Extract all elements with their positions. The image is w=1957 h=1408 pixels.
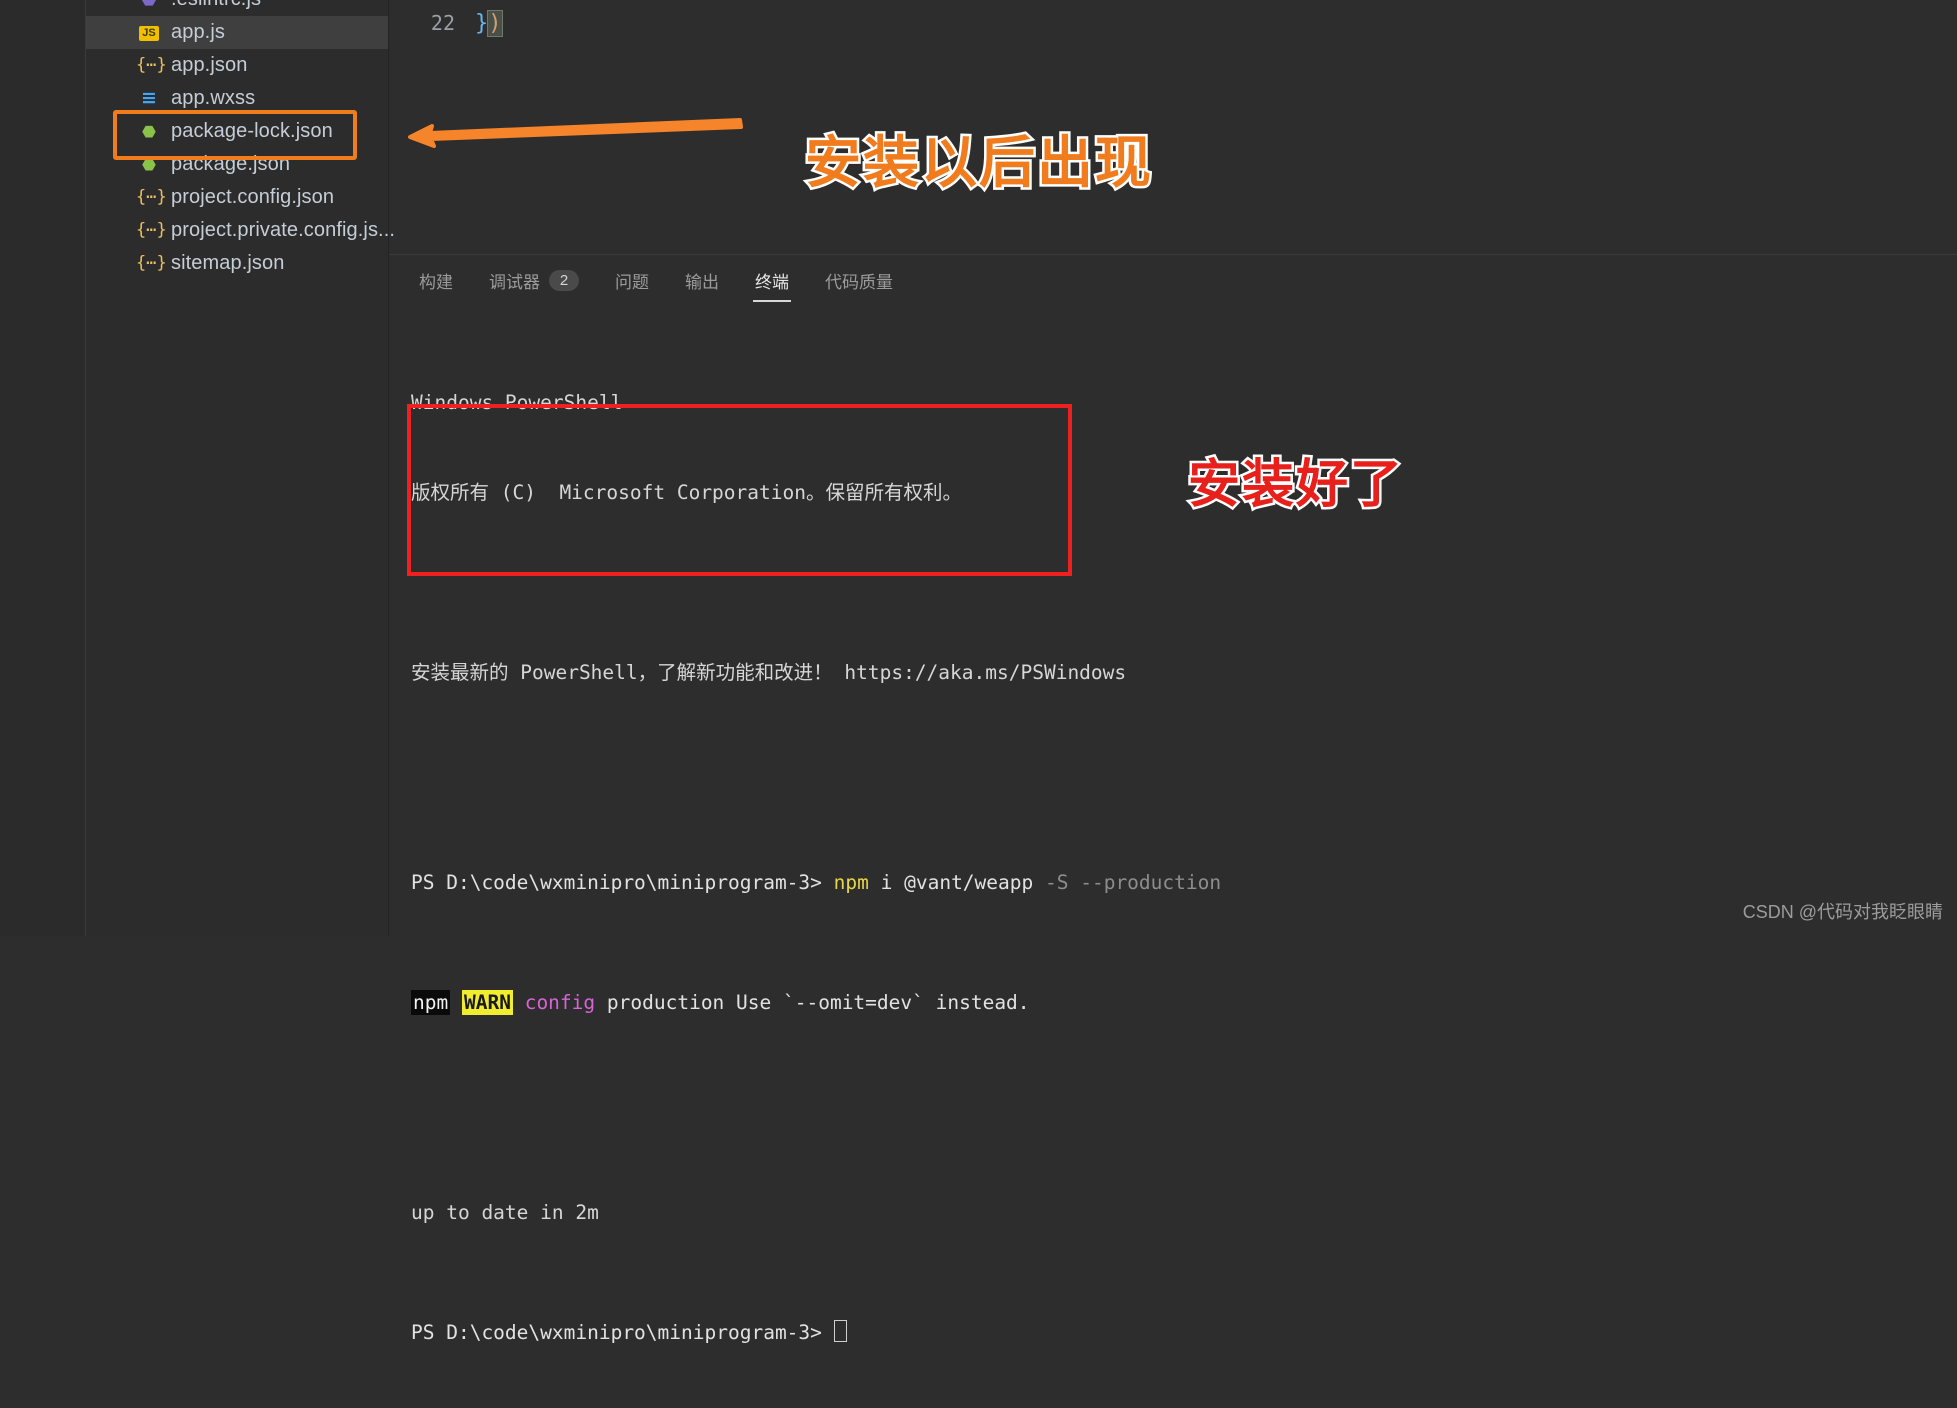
file-row-package-lock-json[interactable]: ⬣ package-lock.json bbox=[86, 115, 388, 148]
file-row-app-wxss[interactable]: ≡ app.wxss bbox=[86, 82, 388, 115]
tab-badge-count: 2 bbox=[549, 270, 579, 291]
code-token-paren: ) bbox=[487, 9, 503, 37]
tab-label: 问题 bbox=[615, 273, 649, 292]
nodejs-file-icon: ⬣ bbox=[142, 154, 156, 174]
terminal-warn-npm: npm bbox=[411, 990, 451, 1015]
left-arrow-icon bbox=[408, 118, 743, 148]
file-row-app-json[interactable]: {⋯} app.json bbox=[86, 49, 388, 82]
tab-label: 调试器 bbox=[489, 273, 540, 292]
code-editor-area[interactable]: 22 }) bbox=[389, 0, 1957, 46]
eslint-icon: ⬣ bbox=[136, 0, 162, 9]
csdn-watermark: CSDN @代码对我眨眼睛 bbox=[1742, 902, 1943, 922]
panel-tab-bar: 构建 调试器 2 问题 输出 终端 代码质量 bbox=[389, 254, 1957, 306]
code-token-brace: } bbox=[475, 10, 489, 36]
terminal-warn-message: production Use `--omit=dev` instead. bbox=[595, 991, 1030, 1014]
file-row-eslintrc[interactable]: ⬣ .eslintrc.js bbox=[86, 0, 388, 16]
activity-bar bbox=[0, 0, 86, 936]
tab-terminal[interactable]: 终端 bbox=[751, 262, 793, 302]
tab-label: 代码质量 bbox=[825, 273, 893, 292]
tab-build[interactable]: 构建 bbox=[415, 262, 457, 299]
tab-label: 终端 bbox=[755, 273, 789, 292]
tab-code-quality[interactable]: 代码质量 bbox=[821, 262, 897, 299]
terminal-command-npm: npm bbox=[833, 871, 869, 894]
file-row-sitemap-json[interactable]: {⋯} sitemap.json bbox=[86, 247, 388, 280]
tab-output[interactable]: 输出 bbox=[681, 262, 723, 299]
terminal-warn-badge: WARN bbox=[461, 990, 513, 1015]
terminal-warn-config: config bbox=[524, 991, 596, 1014]
tab-debugger[interactable]: 调试器 2 bbox=[485, 262, 583, 299]
terminal-result-line: up to date in 2m bbox=[411, 1201, 599, 1224]
tab-label: 构建 bbox=[419, 273, 453, 292]
json-file-icon: {⋯} bbox=[136, 253, 167, 273]
line-number-gutter: 22 bbox=[430, 11, 455, 35]
file-row-project-private-config-json[interactable]: {⋯} project.private.config.js... bbox=[86, 214, 395, 247]
terminal-prompt: PS D:\code\wxminipro\miniprogram-3> bbox=[411, 1321, 822, 1344]
file-label: package.json bbox=[171, 153, 291, 175]
file-label: sitemap.json bbox=[171, 252, 285, 274]
terminal-warning-line: npm WARN config production Use `--omit=d… bbox=[411, 988, 1957, 1018]
file-row-project-config-json[interactable]: {⋯} project.config.json bbox=[86, 181, 388, 214]
terminal-cursor bbox=[833, 1320, 847, 1342]
file-label: package-lock.json bbox=[171, 120, 333, 142]
json-file-icon: {⋯} bbox=[136, 55, 167, 75]
terminal-line: Windows PowerShell bbox=[411, 391, 623, 414]
code-line-content[interactable]: }) bbox=[475, 0, 503, 46]
file-label: app.wxss bbox=[171, 87, 256, 109]
file-explorer-panel: ⬣ .eslintrc.js JS app.js {⋯} app.json ≡ … bbox=[86, 0, 395, 936]
terminal-command-flags: -S --production bbox=[1033, 871, 1222, 894]
tab-label: 输出 bbox=[685, 273, 719, 292]
file-row-app-js[interactable]: JS app.js bbox=[86, 16, 388, 49]
file-label: app.json bbox=[171, 54, 248, 76]
file-label: .eslintrc.js bbox=[171, 0, 261, 11]
bottom-panel: 构建 调试器 2 问题 输出 终端 代码质量 Windows PowerShel… bbox=[389, 254, 1957, 1344]
terminal-final-prompt-line: PS D:\code\wxminipro\miniprogram-3> bbox=[411, 1318, 1957, 1348]
terminal-line: 版权所有 (C) Microsoft Corporation。保留所有权利。 bbox=[411, 481, 962, 504]
annotation-text-red: 安装好了 bbox=[1185, 453, 1405, 518]
terminal-output[interactable]: Windows PowerShell 版权所有 (C) Microsoft Co… bbox=[389, 306, 1957, 1344]
file-label: project.private.config.js... bbox=[171, 219, 396, 241]
json-file-icon: {⋯} bbox=[136, 220, 167, 240]
tab-problems[interactable]: 问题 bbox=[611, 262, 653, 299]
annotation-text-orange: 安装以后出现 bbox=[803, 129, 1154, 199]
file-row-package-json[interactable]: ⬣ package.json bbox=[86, 148, 388, 181]
json-file-icon: {⋯} bbox=[136, 187, 167, 207]
terminal-command-line: PS D:\code\wxminipro\miniprogram-3> npm … bbox=[411, 868, 1957, 898]
css-file-icon: ≡ bbox=[141, 87, 157, 109]
terminal-prompt: PS D:\code\wxminipro\miniprogram-3> bbox=[411, 871, 822, 894]
file-label: project.config.json bbox=[171, 186, 335, 208]
file-label: app.js bbox=[171, 21, 225, 43]
js-file-icon: JS bbox=[136, 24, 162, 41]
terminal-command-args: i @vant/weapp bbox=[868, 871, 1034, 894]
terminal-line: 安装最新的 PowerShell，了解新功能和改进！ https://aka.m… bbox=[411, 661, 1127, 684]
nodejs-file-icon: ⬣ bbox=[142, 121, 156, 141]
